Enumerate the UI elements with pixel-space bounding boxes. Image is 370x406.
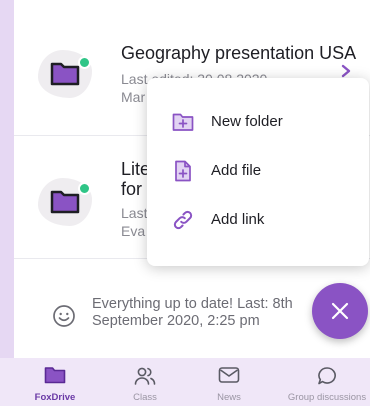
folder-icon (50, 62, 80, 86)
smiley-icon (53, 305, 75, 327)
file-title-line1: Lite (121, 159, 151, 179)
nav-label: News (217, 392, 241, 403)
nav-item-group-discussions[interactable]: Group discussions (284, 358, 370, 406)
file-last-edited: Last (121, 205, 148, 221)
add-menu: New folder Add file Add link (147, 78, 369, 266)
nav-label: Group discussions (287, 392, 367, 403)
menu-item-new-folder[interactable]: New folder (147, 98, 369, 146)
file-owner: Eva (121, 223, 146, 239)
file-title-line2: for (121, 179, 143, 199)
file-title: Geography presentation USA (121, 43, 357, 63)
nav-item-class[interactable]: Class (120, 358, 170, 406)
menu-item-add-link[interactable]: Add link (147, 196, 369, 244)
mail-icon (218, 367, 240, 383)
menu-item-label: Add link (211, 211, 265, 228)
menu-item-add-file[interactable]: Add file (147, 147, 369, 195)
people-icon (134, 367, 156, 385)
menu-item-label: Add file (211, 162, 262, 179)
file-owner: Mar (121, 89, 146, 105)
close-menu-button[interactable] (312, 283, 368, 339)
online-status-dot (78, 56, 91, 69)
close-icon (331, 302, 349, 320)
nav-label: FoxDrive (34, 392, 76, 403)
folder-plus-icon (172, 113, 194, 131)
online-status-dot (78, 182, 91, 195)
nav-item-foxdrive[interactable]: FoxDrive (30, 358, 80, 406)
menu-item-label: New folder (211, 113, 283, 130)
nav-label: Class (133, 392, 157, 403)
sync-status-text: Everything up to date! Last: 8th Septemb… (92, 296, 293, 329)
file-plus-icon (175, 160, 191, 182)
chevron-right-icon[interactable] (340, 64, 352, 78)
bottom-navigation: FoxDrive Class News Group discussions (0, 358, 370, 406)
folder-icon (50, 190, 80, 214)
chat-bubble-icon (318, 367, 336, 385)
nav-item-news[interactable]: News (204, 358, 254, 406)
link-icon (173, 210, 193, 230)
folder-icon (44, 367, 66, 384)
